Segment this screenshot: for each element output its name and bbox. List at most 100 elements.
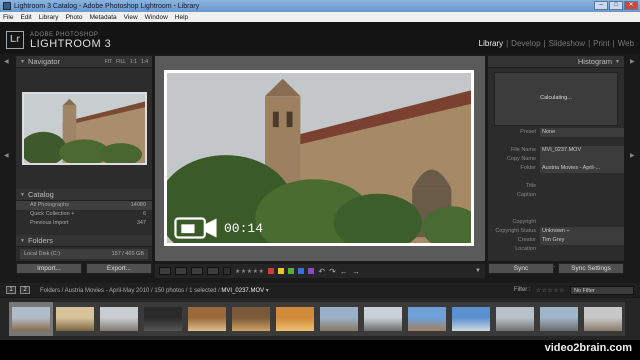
metadata-row[interactable]: Preset None xyxy=(488,128,624,137)
metadata-row[interactable]: File Name MVI_0237.MOV xyxy=(488,146,624,155)
loupe-view-button[interactable] xyxy=(175,267,187,275)
filmstrip-thumbnail[interactable] xyxy=(273,302,317,336)
metadata-row[interactable]: Folder Austria Movies - April-... xyxy=(488,164,624,173)
sync-button[interactable]: Sync xyxy=(488,263,554,274)
module-library[interactable]: Library xyxy=(479,39,503,48)
thumbnail-image xyxy=(144,307,182,331)
rotate-left-icon[interactable]: ↶ xyxy=(318,267,325,276)
menu-bar: File Edit Library Photo Metadata View Wi… xyxy=(0,12,640,22)
module-develop[interactable]: Develop xyxy=(511,39,540,48)
filmstrip-thumbnail[interactable] xyxy=(361,302,405,336)
module-slideshow[interactable]: Slideshow xyxy=(549,39,585,48)
menu-window[interactable]: Window xyxy=(145,14,168,21)
volume-local-disk[interactable]: Local Disk (C:) 157 / 465 GB xyxy=(20,249,148,259)
label-green-swatch[interactable] xyxy=(288,268,295,274)
left-edge-arrow-icon[interactable]: ◀ xyxy=(4,152,9,159)
filmstrip-thumbnail[interactable] xyxy=(229,302,273,336)
navigator-preview[interactable] xyxy=(22,92,147,165)
metadata-value[interactable] xyxy=(540,155,624,164)
menu-help[interactable]: Help xyxy=(175,14,188,21)
zoom-1-4[interactable]: 1:4 xyxy=(141,59,148,65)
module-web[interactable]: Web xyxy=(618,39,634,48)
toolbar-menu-chevron-down-icon[interactable]: ▼ xyxy=(475,268,481,274)
filmstrip-thumbnail[interactable] xyxy=(537,302,581,336)
volume-info: 157 / 465 GB xyxy=(111,251,144,257)
menu-file[interactable]: File xyxy=(3,14,13,21)
metadata-row[interactable]: Copy Name xyxy=(488,155,624,164)
rating-stars[interactable]: ★★★★★ xyxy=(235,268,264,275)
export-button[interactable]: Export... xyxy=(86,263,152,274)
catalog-header[interactable]: ▼ Catalog xyxy=(16,189,152,201)
metadata-key: Folder xyxy=(520,165,536,171)
menu-library[interactable]: Library xyxy=(39,14,59,21)
previous-photo-icon[interactable]: ← xyxy=(340,267,348,276)
left-panel-toggle-icon[interactable]: ◀ xyxy=(4,58,9,65)
catalog-item-count: 14080 xyxy=(130,202,146,208)
primary-window-button[interactable]: 1 xyxy=(6,286,16,294)
maximize-button[interactable]: □ xyxy=(609,1,623,10)
metadata-value[interactable]: Austria Movies - April-... xyxy=(540,164,624,173)
video-frame[interactable]: 00:14 xyxy=(164,70,474,246)
navigator-header[interactable]: ▼ Navigator FIT FILL 1:1 1:4 xyxy=(16,56,152,68)
metadata-row xyxy=(488,137,624,146)
menu-view[interactable]: View xyxy=(124,14,138,21)
label-yellow-swatch[interactable] xyxy=(278,268,285,274)
label-red-swatch[interactable] xyxy=(268,268,275,274)
zoom-fit[interactable]: FIT xyxy=(105,59,113,65)
metadata-value[interactable]: None xyxy=(540,128,624,137)
flag-icon[interactable] xyxy=(223,267,231,275)
metadata-value[interactable]: Unknown ÷ xyxy=(540,227,624,236)
metadata-row[interactable]: Copyright Status Unknown ÷ xyxy=(488,227,624,236)
right-panel-toggle-icon[interactable]: ▶ xyxy=(630,58,635,65)
filmstrip-thumbnail[interactable] xyxy=(185,302,229,336)
filmstrip-thumbnail[interactable] xyxy=(317,302,361,336)
survey-view-button[interactable] xyxy=(207,267,219,275)
filmstrip-thumbnail[interactable] xyxy=(53,302,97,336)
rotate-right-icon[interactable]: ↷ xyxy=(329,267,336,276)
import-button[interactable]: Import... xyxy=(16,263,82,274)
menu-edit[interactable]: Edit xyxy=(20,14,31,21)
menu-photo[interactable]: Photo xyxy=(66,14,83,21)
filmstrip-thumbnail[interactable] xyxy=(9,302,53,336)
label-blue-swatch[interactable] xyxy=(298,268,305,274)
module-print[interactable]: Print xyxy=(593,39,609,48)
minimize-button[interactable]: – xyxy=(594,1,608,10)
filmstrip-thumbnail[interactable] xyxy=(449,302,493,336)
next-photo-icon[interactable]: → xyxy=(352,267,360,276)
catalog-item-previous-import[interactable]: Previous Import 347 xyxy=(16,219,152,228)
catalog-item-all-photographs[interactable]: All Photographs 14080 xyxy=(16,201,152,210)
right-edge-arrow-icon[interactable]: ▶ xyxy=(630,152,635,159)
secondary-window-button[interactable]: 2 xyxy=(20,286,30,294)
filter-preset-select[interactable]: No Filter xyxy=(570,285,634,295)
filmstrip-thumbnail[interactable] xyxy=(141,302,185,336)
collapse-triangle-icon: ▼ xyxy=(615,58,620,65)
metadata-row: Caption xyxy=(488,191,624,200)
metadata-value[interactable]: Tim Grey xyxy=(540,236,624,245)
zoom-fill[interactable]: FILL xyxy=(116,59,126,65)
filmstrip-thumbnail[interactable] xyxy=(581,302,625,336)
filmstrip-thumbnail[interactable] xyxy=(493,302,537,336)
catalog-item-quick-collection[interactable]: Quick Collection + 6 xyxy=(16,210,152,219)
grid-view-button[interactable] xyxy=(159,267,171,275)
folders-header[interactable]: ▼ Folders xyxy=(16,235,152,247)
video-camera-icon[interactable] xyxy=(174,217,218,239)
histogram-header[interactable]: Histogram ▼ xyxy=(488,56,624,68)
filmstrip-thumbnail[interactable] xyxy=(405,302,449,336)
menu-metadata[interactable]: Metadata xyxy=(90,14,117,21)
metadata-key: Copyright xyxy=(512,219,536,225)
histogram-status: Calculating... xyxy=(540,95,572,101)
metadata-value[interactable]: MVI_0237.MOV xyxy=(540,146,624,155)
zoom-1-1[interactable]: 1:1 xyxy=(130,59,137,65)
sync-settings-button[interactable]: Sync Settings xyxy=(558,263,624,274)
close-button[interactable]: ✕ xyxy=(624,1,638,10)
thumbnail-image xyxy=(276,307,314,331)
metadata-row[interactable]: Creator Tim Grey xyxy=(488,236,624,245)
collapse-triangle-icon: ▼ xyxy=(20,191,25,198)
thumbnail-image xyxy=(56,307,94,331)
label-purple-swatch[interactable] xyxy=(308,268,315,274)
filter-rating-stars[interactable]: ☆☆☆☆☆ xyxy=(536,287,565,294)
compare-view-button[interactable] xyxy=(191,267,203,275)
filmstrip-thumbnail[interactable] xyxy=(97,302,141,336)
right-panel: Histogram ▼ Calculating... Preset None Fil… xyxy=(488,56,624,270)
filmstrip-breadcrumb[interactable]: Folders / Austria Movies - April-May 201… xyxy=(40,287,269,294)
